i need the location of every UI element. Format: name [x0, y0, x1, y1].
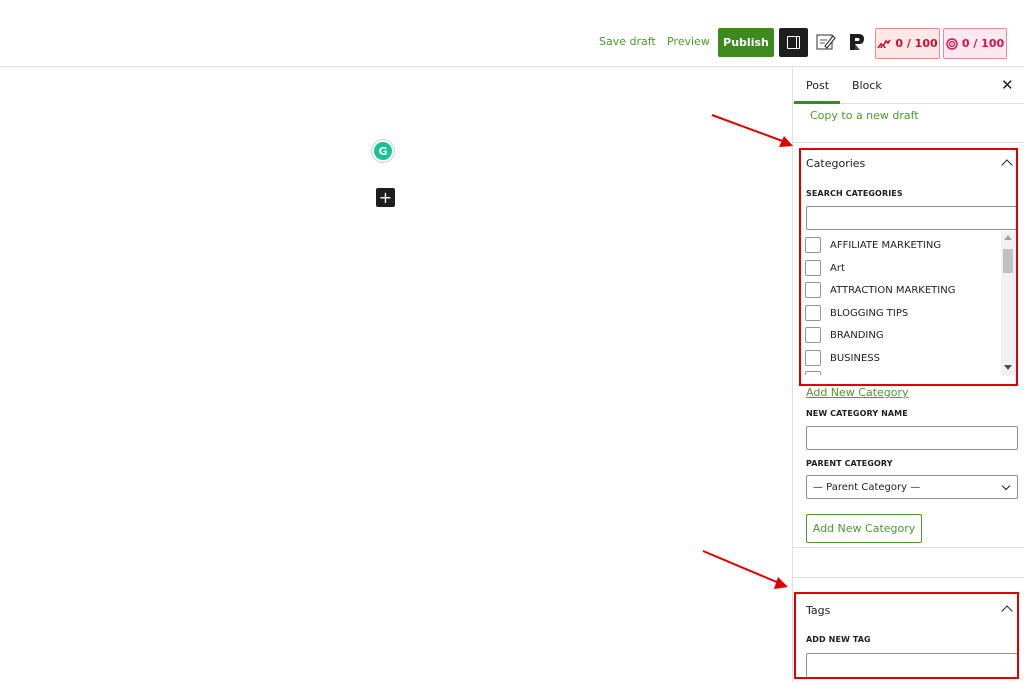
- edit-note-icon[interactable]: [816, 33, 836, 51]
- add-new-category-link[interactable]: Add New Category: [806, 386, 909, 399]
- chevron-up-icon[interactable]: [1001, 605, 1013, 617]
- divider: [793, 577, 1024, 578]
- scroll-up-arrow-icon[interactable]: [1004, 235, 1012, 240]
- add-new-tag-input[interactable]: [806, 653, 1018, 679]
- sidebar-toggle-icon: [787, 36, 800, 49]
- parent-category-select[interactable]: — Parent Category —: [806, 475, 1018, 499]
- active-tab-indicator: [794, 101, 840, 104]
- category-item[interactable]: ATTRACTION MARKETING: [805, 282, 955, 298]
- category-checkbox[interactable]: [805, 260, 821, 276]
- seo-score-value: 0 / 100: [895, 37, 938, 50]
- category-item[interactable]: BLOGGING TIPS: [805, 305, 908, 321]
- category-label: BUSINESS: [830, 352, 880, 364]
- tab-block[interactable]: Block: [852, 79, 882, 92]
- plus-icon: +: [378, 187, 393, 207]
- chevron-up-icon[interactable]: [1001, 159, 1013, 171]
- category-checkbox[interactable]: [805, 282, 821, 298]
- categories-panel-title[interactable]: Categories: [806, 157, 865, 170]
- plugin-logo-icon[interactable]: [848, 32, 866, 52]
- seo-score-icon: [877, 39, 892, 48]
- tags-panel-title[interactable]: Tags: [806, 604, 830, 617]
- settings-sidebar: Post Block ✕ Copy to a new draft Categor…: [792, 67, 1024, 682]
- publish-button[interactable]: Publish: [718, 28, 774, 57]
- category-checkbox[interactable]: [805, 371, 821, 375]
- category-item[interactable]: [805, 371, 830, 375]
- chevron-down-icon: [1001, 481, 1011, 491]
- seo-score-button[interactable]: 0 / 100: [875, 28, 940, 59]
- scroll-thumb[interactable]: [1003, 249, 1013, 273]
- category-checklist: AFFILIATE MARKETING Art ATTRACTION MARKE…: [805, 231, 1019, 375]
- tab-post[interactable]: Post: [806, 79, 829, 92]
- add-new-category-button[interactable]: Add New Category: [806, 514, 922, 543]
- sidebar-toggle-button[interactable]: [779, 28, 808, 57]
- category-checkbox[interactable]: [805, 327, 821, 343]
- arrow-to-categories-icon: [711, 114, 793, 147]
- search-categories-label: SEARCH CATEGORIES: [806, 189, 903, 198]
- category-item[interactable]: BRANDING: [805, 327, 884, 343]
- readability-score-icon: [946, 37, 958, 50]
- copy-to-new-draft-link[interactable]: Copy to a new draft: [810, 109, 919, 122]
- category-checkbox[interactable]: [805, 305, 821, 321]
- save-draft-button[interactable]: Save draft: [599, 35, 656, 48]
- sidebar-tabs: Post Block ✕: [793, 67, 1024, 104]
- close-icon[interactable]: ✕: [1001, 76, 1014, 94]
- category-label: BLOGGING TIPS: [830, 307, 909, 319]
- category-item[interactable]: Art: [805, 260, 845, 276]
- add-block-button[interactable]: +: [376, 188, 395, 207]
- add-new-tag-label: ADD NEW TAG: [806, 635, 871, 644]
- category-label: AFFILIATE MARKETING: [830, 239, 942, 251]
- category-label: Art: [830, 262, 845, 274]
- parent-category-value: — Parent Category —: [813, 481, 921, 493]
- arrow-to-tags-icon: [702, 550, 788, 589]
- scroll-down-arrow-icon[interactable]: [1004, 365, 1012, 370]
- parent-category-label: PARENT CATEGORY: [806, 459, 893, 468]
- readability-score-value: 0 / 100: [961, 37, 1005, 50]
- category-item[interactable]: BUSINESS: [805, 350, 880, 366]
- category-label: ATTRACTION MARKETING: [830, 284, 956, 296]
- category-label: BRANDING: [830, 329, 884, 341]
- new-category-name-input[interactable]: [806, 426, 1018, 450]
- search-categories-input[interactable]: [806, 206, 1018, 230]
- grammarly-glyph: G: [378, 144, 388, 158]
- new-category-name-label: NEW CATEGORY NAME: [806, 409, 908, 418]
- readability-score-button[interactable]: 0 / 100: [943, 28, 1007, 59]
- category-checkbox[interactable]: [805, 350, 821, 366]
- category-checkbox[interactable]: [805, 237, 821, 253]
- divider: [793, 142, 1024, 143]
- preview-button[interactable]: Preview: [667, 35, 710, 48]
- editor-header: Save draft Preview Publish 0 / 100 0 / 1…: [0, 0, 1024, 67]
- grammarly-icon[interactable]: G: [372, 140, 394, 162]
- category-item[interactable]: AFFILIATE MARKETING: [805, 237, 941, 253]
- divider: [793, 547, 1024, 548]
- category-scrollbar[interactable]: [1001, 231, 1015, 376]
